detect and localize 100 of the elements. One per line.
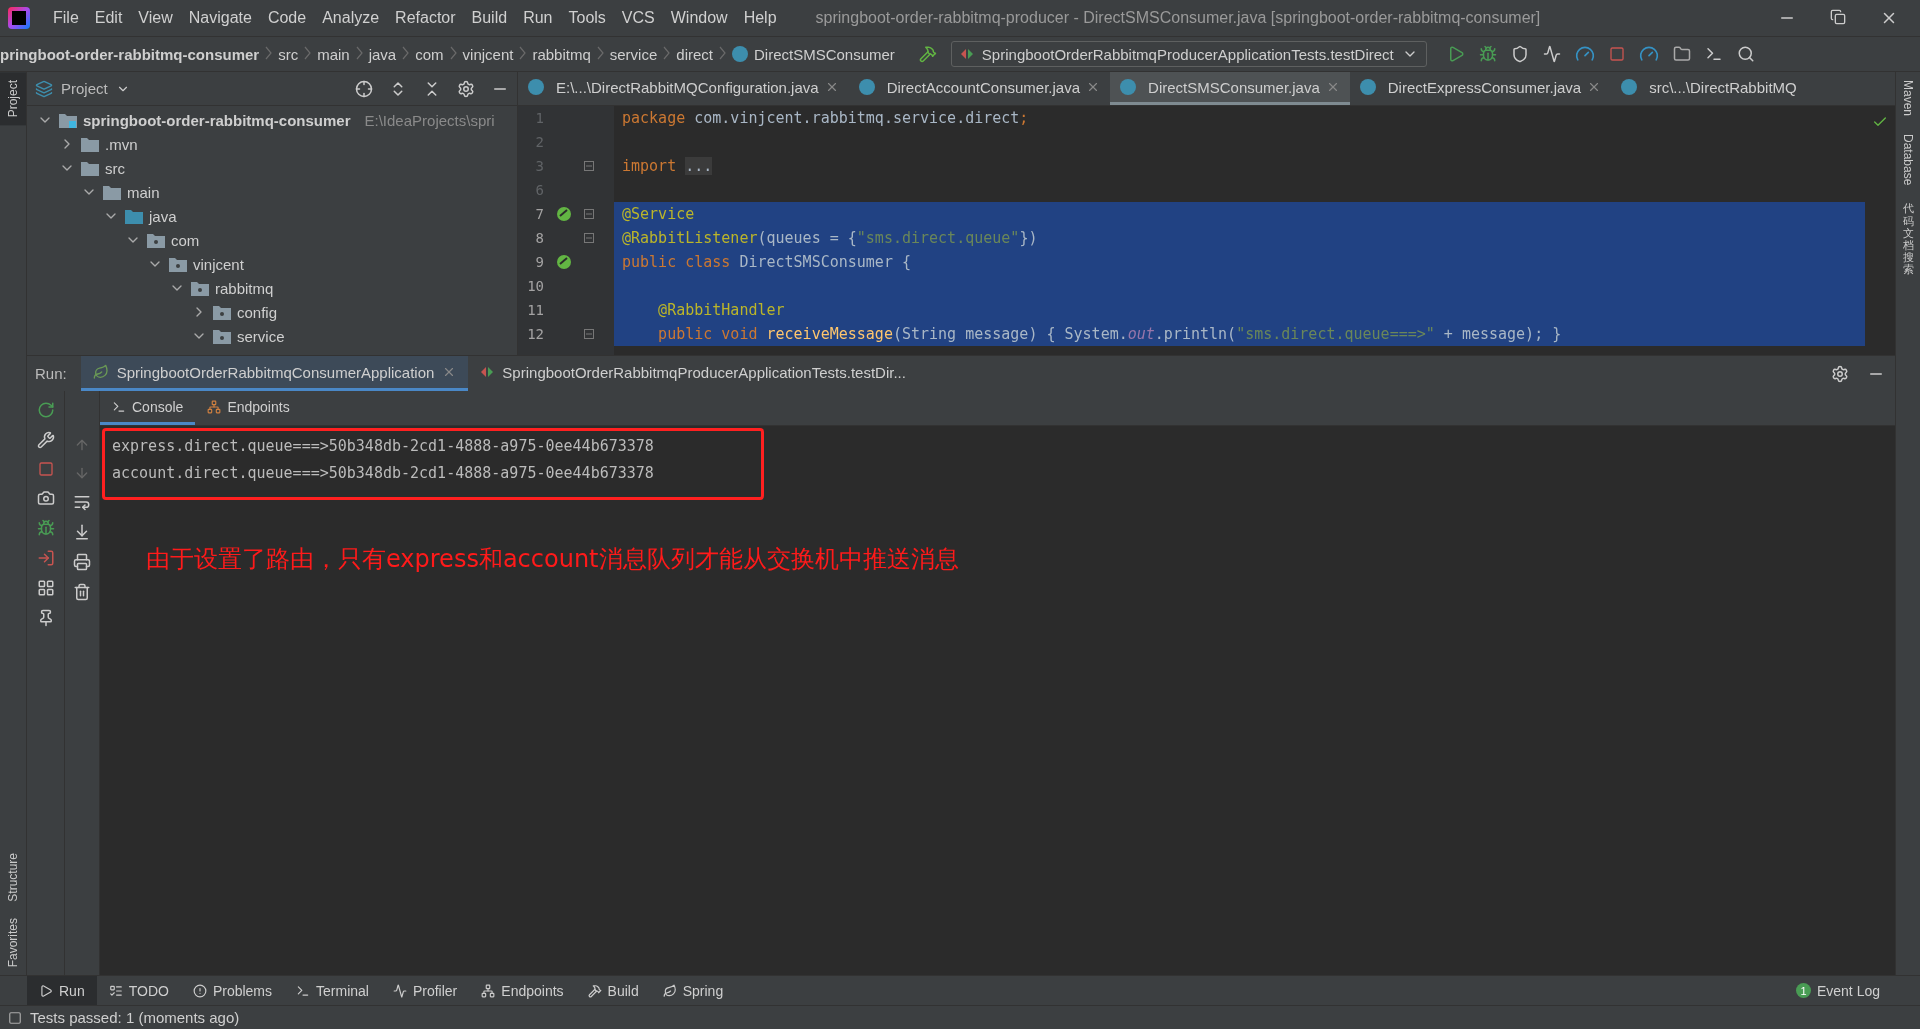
menu-item[interactable]: Code: [260, 9, 314, 27]
menu-item[interactable]: VCS: [614, 9, 662, 27]
tool-window-button[interactable]: Problems: [180, 975, 285, 1006]
tree-item[interactable]: src: [105, 159, 125, 177]
event-log-button[interactable]: 1 Event Log: [1795, 982, 1920, 999]
restore-icon[interactable]: [1830, 9, 1846, 25]
class-icon: [1359, 79, 1376, 95]
separator-icon: [265, 45, 273, 60]
editor-tab[interactable]: src\...\DirectRabbitMQ: [1611, 72, 1807, 105]
run-tab[interactable]: SpringbootOrderRabbitmqConsumerApplication: [80, 356, 469, 391]
menu-item[interactable]: Analyze: [315, 9, 387, 27]
class-icon: [1120, 79, 1137, 95]
fold-icon[interactable]: [584, 161, 594, 171]
tree-item[interactable]: springboot-order-rabbitmq-consumer: [83, 111, 351, 129]
count-badge: 1: [1795, 983, 1811, 998]
menu-item[interactable]: Run: [516, 9, 560, 27]
folder-icon: [59, 112, 77, 128]
tool-window-button[interactable]: Spring: [650, 975, 736, 1006]
gauge-icon[interactable]: [1574, 44, 1595, 64]
project-structure-icon[interactable]: [1672, 45, 1691, 63]
tree-item[interactable]: config: [237, 303, 278, 321]
breadcrumb[interactable]: com: [415, 45, 444, 63]
print-icon[interactable]: [73, 553, 91, 571]
breadcrumb[interactable]: src: [278, 45, 299, 63]
separator-icon: [449, 45, 457, 60]
tool-window-button[interactable]: Run: [27, 975, 97, 1006]
breadcrumb[interactable]: service: [609, 45, 658, 63]
tool-window-tab[interactable]: Favorites: [0, 909, 26, 975]
tool-window-tab[interactable]: 代码文档搜索: [1902, 203, 1914, 276]
build-icon[interactable]: [918, 45, 937, 63]
console-tab[interactable]: Console: [100, 391, 196, 425]
tool-window-tab[interactable]: Database: [1901, 134, 1915, 186]
tool-window-button[interactable]: Build: [575, 975, 651, 1006]
tree-item[interactable]: vinjcent: [193, 255, 244, 273]
console-tab[interactable]: Endpoints: [195, 391, 302, 425]
menu-item[interactable]: Navigate: [181, 9, 259, 27]
menu-item[interactable]: View: [131, 9, 180, 27]
window-title: springboot-order-rabbitmq-producer - DirectSMSConsumer.java [springboot-order-rabbitmq-consumer]: [815, 9, 1541, 27]
leaf-icon: [92, 364, 109, 380]
menu-item[interactable]: Build: [464, 9, 515, 27]
debug-icon[interactable]: [36, 519, 55, 537]
settings-icon[interactable]: [457, 79, 475, 98]
tree-item[interactable]: rabbitmq: [215, 279, 274, 297]
editor-tab[interactable]: DirectExpressConsumer.java: [1349, 72, 1612, 105]
editor-tab[interactable]: DirectSMSConsumer.java: [1110, 72, 1350, 105]
line-number: 8: [534, 230, 544, 246]
fold-icon[interactable]: [584, 329, 594, 339]
tree-item[interactable]: main: [127, 183, 160, 201]
terminal-icon[interactable]: [1704, 45, 1723, 63]
scroll-to-end-icon[interactable]: [73, 523, 91, 541]
coverage-icon[interactable]: [1510, 45, 1529, 63]
trash-icon[interactable]: [73, 583, 91, 601]
tree-item[interactable]: com: [171, 231, 200, 249]
camera-icon[interactable]: [36, 489, 55, 507]
breadcrumb[interactable]: vinjcent: [462, 45, 514, 63]
tool-window-button[interactable]: Profiler: [380, 975, 470, 1006]
app-logo: [8, 7, 30, 29]
breadcrumb[interactable]: main: [317, 45, 350, 63]
tree-item[interactable]: .mvn: [105, 135, 138, 153]
tree-item[interactable]: java: [149, 207, 177, 225]
menu-item[interactable]: Help: [736, 9, 784, 27]
breadcrumb[interactable]: rabbitmq: [532, 45, 591, 63]
pulse-icon: [392, 983, 407, 998]
menu-item[interactable]: Window: [663, 9, 735, 27]
wrench-icon[interactable]: [36, 431, 55, 449]
fold-icon[interactable]: [584, 209, 594, 219]
tool-window-button[interactable]: Endpoints: [469, 975, 576, 1006]
panel-title[interactable]: Project: [61, 80, 108, 97]
run-tab[interactable]: SpringbootOrderRabbitmqProducerApplicationTests.testDir...: [468, 356, 918, 391]
locate-icon[interactable]: [355, 79, 373, 98]
breadcrumb[interactable]: java: [368, 45, 397, 63]
folder-icon: [103, 184, 121, 200]
editor-tab[interactable]: DirectAccountConsumer.java: [848, 72, 1111, 105]
folder-icon: [191, 280, 209, 296]
breadcrumb[interactable]: direct: [676, 45, 713, 63]
breadcrumb[interactable]: pringboot-order-rabbitmq-consumer: [0, 45, 260, 63]
menu-item[interactable]: Edit: [87, 9, 130, 27]
breadcrumb[interactable]: DirectSMSConsumer: [754, 45, 895, 63]
test-icon: [480, 365, 495, 379]
wrap-icon[interactable]: [73, 493, 91, 511]
editor-tab[interactable]: E:\...\DirectRabbitMQConfiguration.java: [518, 72, 849, 105]
tool-window-tab[interactable]: Structure: [0, 844, 26, 910]
tool-window-tab[interactable]: Project: [0, 72, 26, 126]
tool-window-tab[interactable]: Maven: [1901, 80, 1915, 117]
gauge-icon[interactable]: [1638, 44, 1659, 64]
tree-item[interactable]: service: [237, 327, 285, 345]
menu-item[interactable]: File: [46, 9, 86, 27]
rerun-icon[interactable]: [36, 401, 55, 419]
search-icon[interactable]: [1736, 45, 1755, 63]
layout-icon[interactable]: [36, 579, 55, 597]
tool-window-button[interactable]: TODO: [96, 975, 181, 1006]
leaf-icon: [662, 983, 677, 998]
fold-icon[interactable]: [584, 233, 594, 243]
menu-item[interactable]: Tools: [561, 9, 613, 27]
run-configuration-dropdown[interactable]: SpringbootOrderRabbitmqProducerApplicationTests.testDirect: [950, 41, 1427, 67]
settings-icon[interactable]: [1831, 364, 1849, 383]
debug-icon[interactable]: [1478, 45, 1497, 63]
exit-icon[interactable]: [36, 549, 55, 567]
menu-item[interactable]: Refactor: [388, 9, 463, 27]
tool-window-button[interactable]: Terminal: [284, 975, 381, 1006]
